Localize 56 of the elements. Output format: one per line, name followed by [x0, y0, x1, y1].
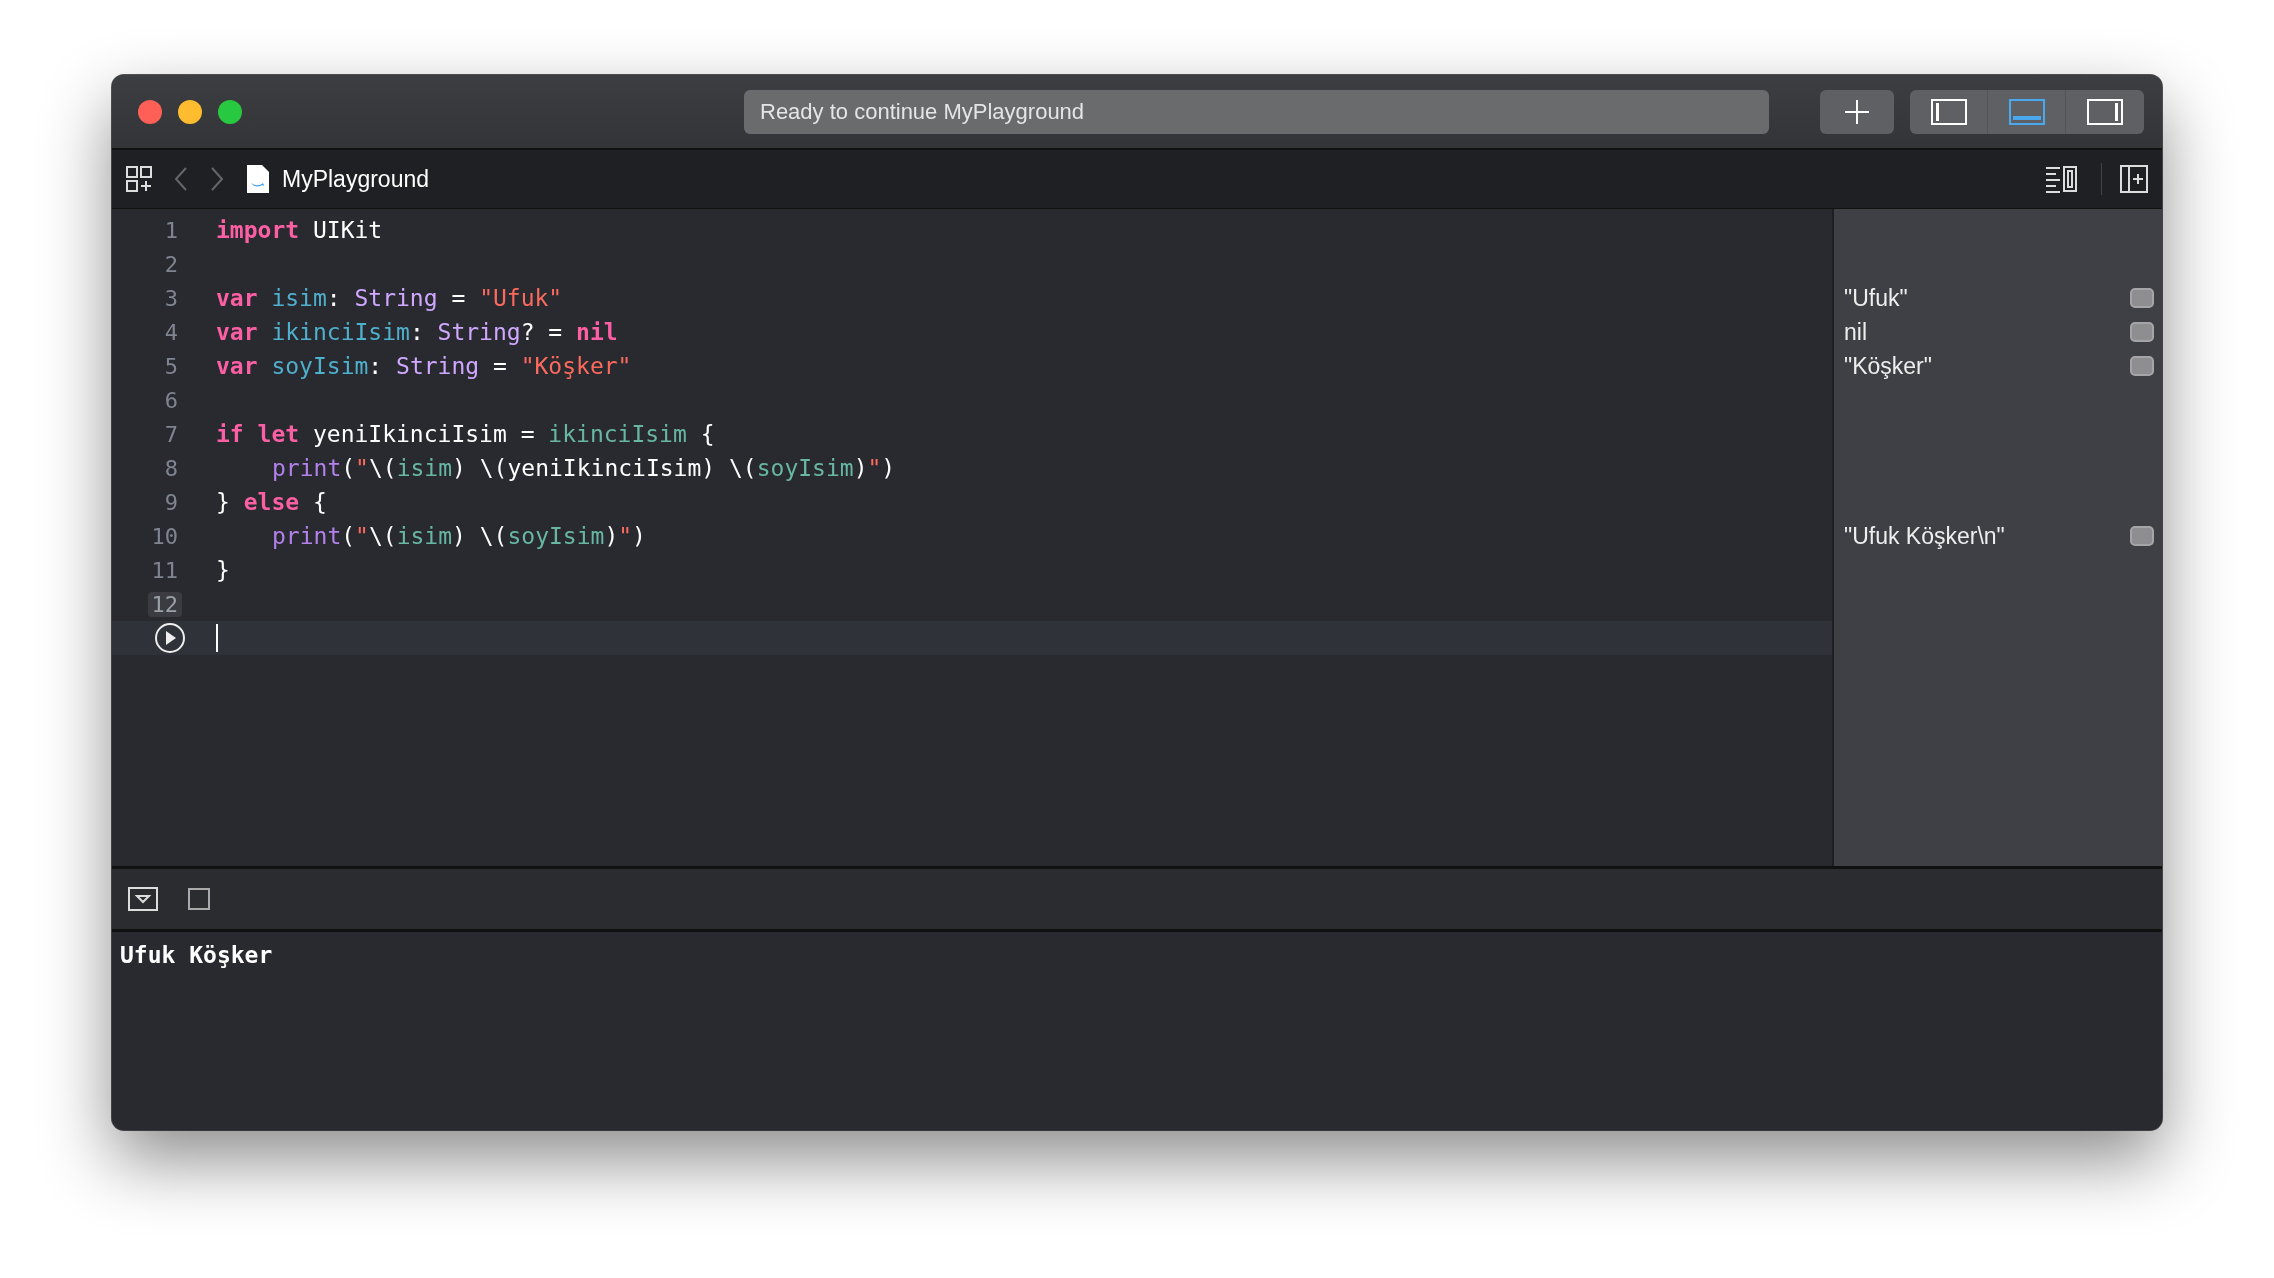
plus-icon	[1844, 98, 1870, 125]
grid-icon	[126, 166, 152, 192]
line-number: 7	[163, 421, 179, 447]
play-icon	[154, 622, 186, 654]
result-value: "Ufuk Köşker\n"	[1844, 522, 2006, 550]
forward-button[interactable]	[210, 166, 224, 192]
chevron-right-icon	[210, 166, 224, 192]
line-number: 11	[150, 557, 179, 583]
line-number: 6	[163, 387, 179, 413]
code-line: var soyIsim: String = "Köşker"	[216, 353, 632, 379]
code-line: if let yeniIkinciIsim = ikinciIsim {	[216, 421, 715, 447]
show-result-button[interactable]	[2130, 288, 2154, 308]
code-line: import UIKit	[216, 217, 383, 243]
text-cursor	[216, 624, 218, 652]
show-result-button[interactable]	[2130, 526, 2154, 546]
swift-file-icon	[246, 164, 270, 194]
code-line: } else {	[216, 489, 327, 515]
line-number: 10	[150, 523, 179, 549]
add-button[interactable]	[1820, 89, 1894, 134]
add-editor-icon	[2120, 165, 2148, 193]
show-result-button[interactable]	[2130, 322, 2154, 342]
line-number: 2	[163, 251, 179, 277]
line-number: 4	[163, 319, 179, 345]
line-number: 8	[163, 455, 179, 481]
square-icon	[188, 888, 210, 910]
run-button[interactable]	[154, 622, 186, 654]
result-value: "Köşker"	[1844, 352, 1933, 380]
line-number: 5	[163, 353, 179, 379]
triangle-in-box-icon	[128, 887, 158, 911]
line-number: 3	[163, 285, 179, 311]
line-number: 12	[147, 591, 182, 617]
panel-layout-icon	[1930, 98, 1967, 125]
code-line: print("\(isim) \(soyIsim)")	[271, 523, 646, 549]
file-breadcrumb[interactable]: MyPlayground	[246, 164, 430, 194]
code-line: var ikinciIsim: String? = nil	[216, 319, 618, 345]
back-button[interactable]	[174, 166, 188, 192]
related-items-button[interactable]	[126, 166, 152, 192]
hide-debug-area-button[interactable]	[128, 887, 158, 911]
line-number: 1	[163, 217, 179, 243]
add-editor-button[interactable]	[2120, 165, 2148, 193]
result-value: "Ufuk"	[1844, 284, 1909, 312]
line-number: 9	[163, 489, 179, 515]
show-result-button[interactable]	[2130, 356, 2154, 376]
console-output: Ufuk Köşker	[120, 942, 273, 968]
stop-button[interactable]	[188, 888, 210, 910]
code-line: var isim: String = "Ufuk"	[216, 285, 563, 311]
code-line: }	[216, 557, 230, 583]
result-value: nil	[1844, 318, 1868, 346]
close-button[interactable]	[138, 99, 162, 124]
minimize-button[interactable]	[178, 99, 202, 124]
chevron-left-icon	[174, 166, 188, 192]
activity-status-bar: Ready to continue MyPlayground	[744, 89, 1769, 134]
zoom-button[interactable]	[218, 99, 242, 124]
code-line: print("\(isim) \(yeniIkinciIsim) \(soyIsim)")	[271, 455, 896, 481]
panel-layout-icon	[2087, 98, 2123, 125]
panel-layout-icon	[2008, 98, 2045, 125]
